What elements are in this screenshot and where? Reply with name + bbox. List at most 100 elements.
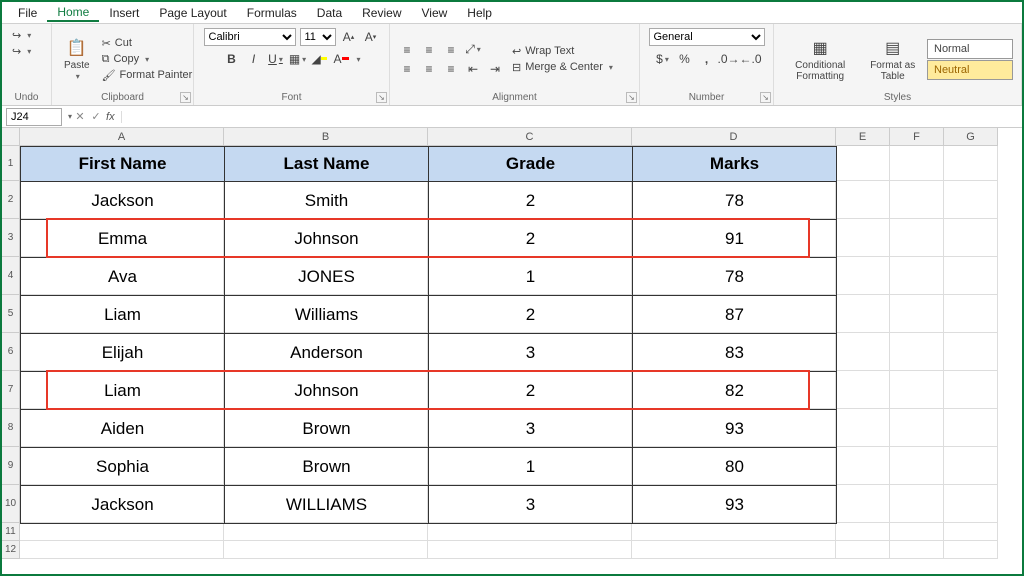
data-cell[interactable]: Brown (225, 448, 429, 486)
cell-E9[interactable] (836, 447, 890, 485)
data-cell[interactable]: Liam (21, 296, 225, 334)
data-cell[interactable]: 83 (633, 334, 837, 372)
cell-D12[interactable] (632, 541, 836, 559)
row-header-8[interactable]: 8 (2, 409, 20, 447)
enter-formula-button[interactable]: ✓ (88, 110, 104, 123)
menu-help[interactable]: Help (457, 5, 502, 21)
cell-F5[interactable] (890, 295, 944, 333)
cell-F7[interactable] (890, 371, 944, 409)
cell-F2[interactable] (890, 181, 944, 219)
cell-E8[interactable] (836, 409, 890, 447)
cell-F3[interactable] (890, 219, 944, 257)
menu-insert[interactable]: Insert (99, 5, 149, 21)
row-header-4[interactable]: 4 (2, 257, 20, 295)
cell-F8[interactable] (890, 409, 944, 447)
align-left-button[interactable]: ≡ (398, 60, 416, 78)
cell-G5[interactable] (944, 295, 998, 333)
col-header-E[interactable]: E (836, 128, 890, 146)
data-cell[interactable]: 2 (429, 182, 633, 220)
menu-formulas[interactable]: Formulas (237, 5, 307, 21)
row-header-5[interactable]: 5 (2, 295, 20, 333)
conditional-formatting-button[interactable]: ▦ Conditional Formatting (782, 35, 858, 84)
wrap-text-button[interactable]: ↩Wrap Text (510, 44, 615, 59)
cell-A12[interactable] (20, 541, 224, 559)
name-box[interactable]: J24 (6, 108, 62, 126)
currency-button[interactable]: $▾ (654, 50, 672, 68)
row-header-3[interactable]: 3 (2, 219, 20, 257)
cell-A11[interactable] (20, 523, 224, 541)
cell-C11[interactable] (428, 523, 632, 541)
cut-button[interactable]: ✂Cut (100, 36, 195, 51)
alignment-dialog-launcher[interactable]: ↘ (626, 92, 637, 103)
cell-E12[interactable] (836, 541, 890, 559)
data-cell[interactable]: 1 (429, 258, 633, 296)
font-family-select[interactable]: Calibri (204, 28, 296, 46)
col-header-C[interactable]: C (428, 128, 632, 146)
table-header[interactable]: Marks (633, 147, 837, 182)
border-button[interactable]: ▦▾ (288, 50, 306, 68)
data-cell[interactable]: Aiden (21, 410, 225, 448)
data-cell[interactable]: 78 (633, 182, 837, 220)
redo-button[interactable]: ↪▾ (10, 44, 33, 59)
cell-G2[interactable] (944, 181, 998, 219)
cell-E5[interactable] (836, 295, 890, 333)
data-cell[interactable]: Jackson (21, 486, 225, 524)
row-header-2[interactable]: 2 (2, 181, 20, 219)
data-cell[interactable]: Ava (21, 258, 225, 296)
data-cell[interactable]: Smith (225, 182, 429, 220)
cell-G12[interactable] (944, 541, 998, 559)
cell-F11[interactable] (890, 523, 944, 541)
format-painter-button[interactable]: 🖌Format Painter (100, 68, 195, 83)
cell-E1[interactable] (836, 146, 890, 181)
italic-button[interactable]: I (244, 50, 262, 68)
menu-view[interactable]: View (412, 5, 458, 21)
data-cell[interactable]: Jackson (21, 182, 225, 220)
col-header-F[interactable]: F (890, 128, 944, 146)
data-cell[interactable]: 3 (429, 334, 633, 372)
table-header[interactable]: First Name (21, 147, 225, 182)
col-header-A[interactable]: A (20, 128, 224, 146)
align-right-button[interactable]: ≡ (442, 60, 460, 78)
cell-G8[interactable] (944, 409, 998, 447)
cell-G1[interactable] (944, 146, 998, 181)
cell-E6[interactable] (836, 333, 890, 371)
cell-G7[interactable] (944, 371, 998, 409)
cell-D11[interactable] (632, 523, 836, 541)
data-cell[interactable]: 2 (429, 220, 633, 258)
data-cell[interactable]: Liam (21, 372, 225, 410)
data-cell[interactable]: 93 (633, 410, 837, 448)
col-header-G[interactable]: G (944, 128, 998, 146)
align-bottom-button[interactable]: ≡ (442, 41, 460, 59)
cell-F9[interactable] (890, 447, 944, 485)
copy-button[interactable]: ⧉Copy▾ (100, 52, 195, 67)
paste-button[interactable]: 📋 Paste ▾ (60, 35, 94, 83)
align-middle-button[interactable]: ≡ (420, 41, 438, 59)
formula-input[interactable] (122, 108, 1022, 126)
cell-B12[interactable] (224, 541, 428, 559)
fill-color-button[interactable]: ◢ (310, 50, 328, 68)
cancel-formula-button[interactable]: ✕ (72, 110, 88, 123)
data-cell[interactable]: JONES (225, 258, 429, 296)
cell-G3[interactable] (944, 219, 998, 257)
cell-style-neutral[interactable]: Neutral (927, 60, 1013, 80)
cell-E7[interactable] (836, 371, 890, 409)
cell-G4[interactable] (944, 257, 998, 295)
data-cell[interactable]: Sophia (21, 448, 225, 486)
row-header-6[interactable]: 6 (2, 333, 20, 371)
merge-center-button[interactable]: ⊟Merge & Center▾ (510, 60, 615, 75)
cell-F10[interactable] (890, 485, 944, 523)
row-header-9[interactable]: 9 (2, 447, 20, 485)
align-center-button[interactable]: ≡ (420, 60, 438, 78)
cell-F12[interactable] (890, 541, 944, 559)
data-cell[interactable]: 3 (429, 486, 633, 524)
menu-review[interactable]: Review (352, 5, 411, 21)
data-cell[interactable]: 1 (429, 448, 633, 486)
data-cell[interactable]: Johnson (225, 220, 429, 258)
data-cell[interactable]: Brown (225, 410, 429, 448)
cell-G11[interactable] (944, 523, 998, 541)
row-header-12[interactable]: 12 (2, 541, 20, 559)
select-all-corner[interactable] (2, 128, 20, 146)
table-header[interactable]: Grade (429, 147, 633, 182)
cell-E3[interactable] (836, 219, 890, 257)
underline-button[interactable]: U▾ (266, 50, 284, 68)
